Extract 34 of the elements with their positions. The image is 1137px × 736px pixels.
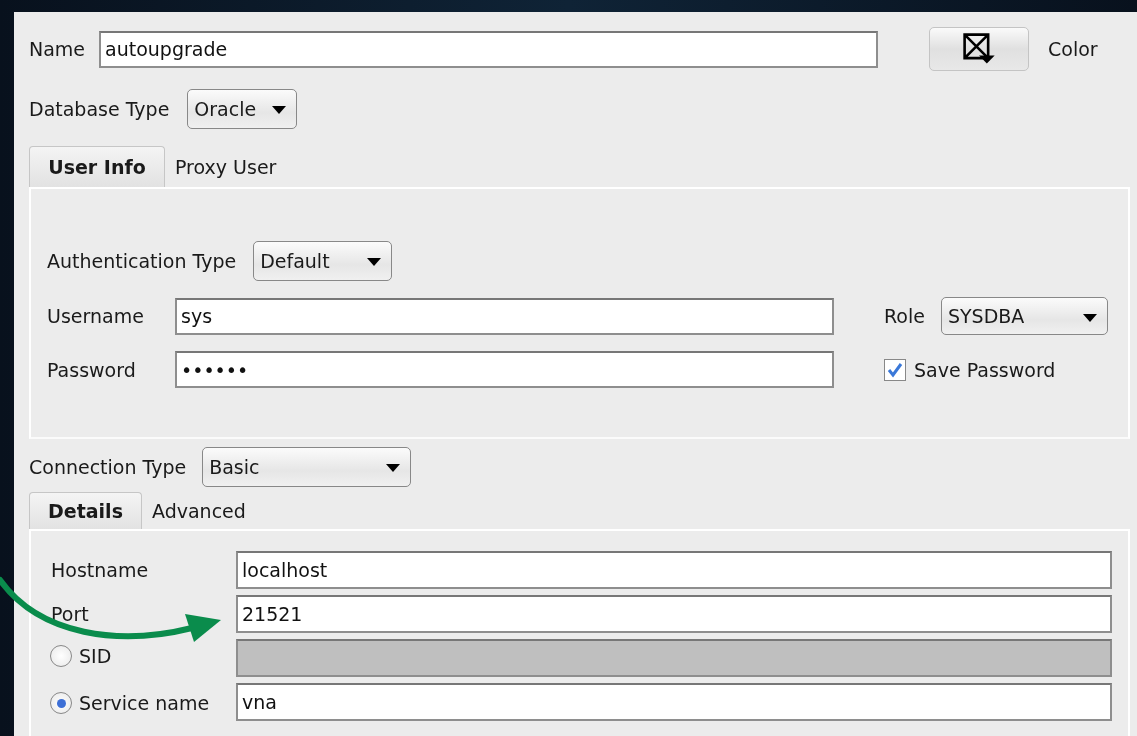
username-field[interactable]: sys bbox=[175, 297, 834, 335]
caret-icon bbox=[272, 106, 287, 114]
caret-icon bbox=[1082, 314, 1097, 322]
field-label: Hostname bbox=[51, 559, 149, 581]
password-label: Password bbox=[47, 358, 137, 381]
connection-type-label: Connection Type bbox=[29, 456, 187, 478]
input-field[interactable]: localhost bbox=[236, 551, 1112, 589]
caret-icon bbox=[386, 464, 401, 472]
name-field[interactable]: autoupgrade bbox=[99, 30, 879, 68]
save-password-checkbox[interactable]: Save Password bbox=[884, 358, 1056, 381]
input-field[interactable] bbox=[236, 639, 1112, 677]
color-button[interactable] bbox=[929, 27, 1030, 71]
role-dropdown[interactable]: SYSDBA bbox=[940, 297, 1108, 335]
name-label: Name bbox=[29, 38, 86, 60]
authentication-type-label: Authentication Type bbox=[47, 250, 237, 272]
database-type-label: Database Type bbox=[29, 98, 170, 120]
tab[interactable]: Details bbox=[29, 492, 142, 529]
tab[interactable]: Proxy User bbox=[165, 146, 290, 187]
role-label: Role bbox=[884, 305, 925, 327]
authentication-type-dropdown[interactable]: Default bbox=[253, 241, 393, 281]
connection-type-dropdown[interactable]: Basic bbox=[202, 447, 412, 487]
radio-button[interactable]: Service name bbox=[50, 692, 210, 715]
caret-icon bbox=[367, 258, 382, 266]
input-field[interactable]: 21521 bbox=[236, 595, 1112, 633]
input-field[interactable]: vna bbox=[236, 683, 1112, 721]
field-label: Port bbox=[51, 603, 89, 625]
tab[interactable]: Advanced bbox=[142, 492, 259, 529]
database-type-dropdown[interactable]: Oracle bbox=[187, 89, 298, 129]
empty-color-icon bbox=[962, 32, 997, 66]
username-label: Username bbox=[47, 305, 145, 327]
color-label: Color bbox=[1048, 38, 1098, 60]
radio-button[interactable]: SID bbox=[50, 645, 112, 667]
password-field[interactable]: •••••• bbox=[175, 351, 834, 388]
tab[interactable]: User Info bbox=[29, 146, 165, 187]
